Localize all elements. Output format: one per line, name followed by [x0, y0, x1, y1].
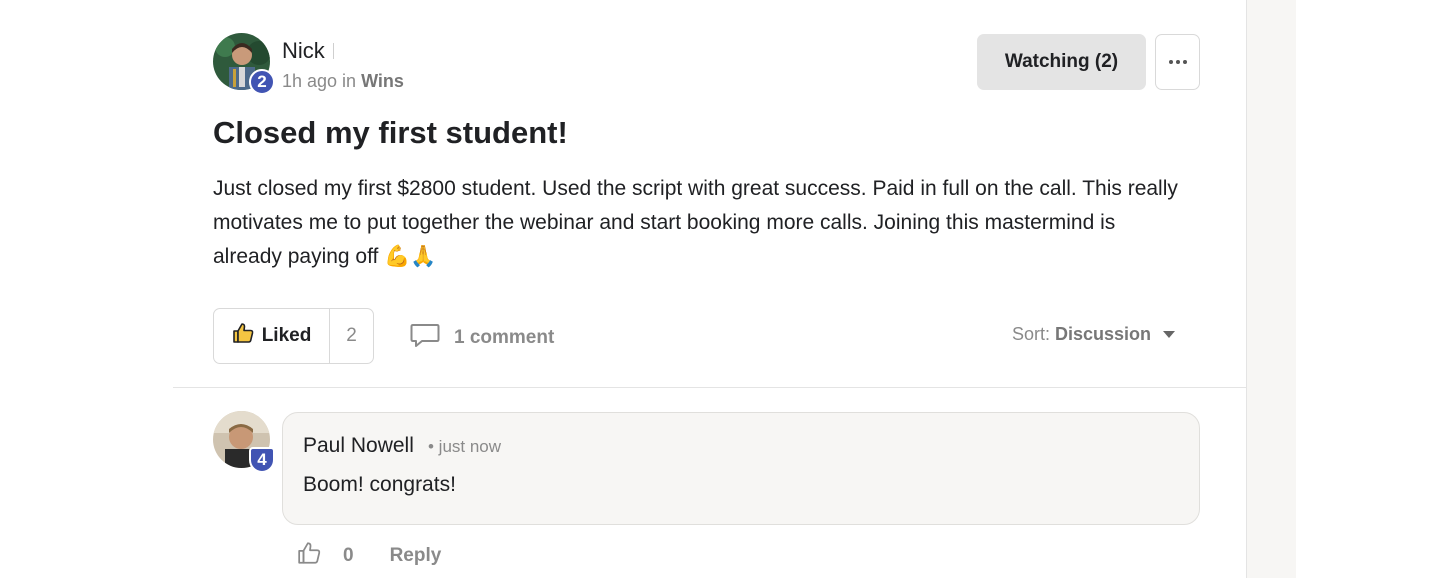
comment-bubble-icon [410, 322, 440, 354]
chevron-down-icon [1163, 331, 1176, 338]
comment-bubble: Paul Nowell • just now Boom! congrats! [282, 412, 1200, 525]
commenter-avatar[interactable]: 4 [213, 411, 275, 473]
comment-count-button[interactable]: 1 comment [410, 322, 554, 354]
thumbs-up-outline-icon [298, 542, 321, 564]
comment-like-count[interactable]: 0 [343, 545, 354, 567]
reply-button[interactable]: Reply [390, 545, 442, 567]
sort-label: Sort: [1012, 324, 1051, 344]
sort-value: Discussion [1055, 324, 1152, 344]
comment-actions: 0 Reply [297, 540, 441, 572]
more-dots-icon [1168, 60, 1187, 64]
name-divider [333, 43, 334, 59]
right-gutter [1246, 0, 1296, 578]
section-divider [173, 387, 1246, 388]
author-avatar[interactable]: 2 [213, 33, 275, 95]
like-group: Liked 2 [213, 308, 374, 364]
thumbs-up-icon [232, 321, 256, 351]
comment-text: Boom! congrats! [303, 473, 456, 496]
post-category[interactable]: Wins [361, 71, 404, 91]
post-title: Closed my first student! [213, 115, 568, 150]
author-name[interactable]: Nick [282, 38, 325, 64]
author-level-badge: 2 [249, 69, 275, 95]
comment-like-button[interactable] [297, 540, 323, 572]
post-panel: 2 Nick 1h ago in Wins Watching (2) Close… [0, 0, 1246, 578]
sort-dropdown[interactable]: Sort: Discussion [1012, 324, 1176, 345]
commenter-level-badge: 4 [249, 447, 275, 473]
comment-author[interactable]: Paul Nowell [303, 434, 414, 458]
comment-count-label: 1 comment [454, 327, 555, 348]
like-label: Liked [261, 325, 312, 346]
comment-time: • just now [428, 437, 502, 456]
like-button[interactable]: Liked [214, 309, 330, 363]
post-body: Just closed my first $2800 student. Used… [213, 177, 1178, 268]
more-options-button[interactable] [1155, 34, 1200, 90]
post-meta: 1h ago in Wins [282, 71, 404, 92]
like-count[interactable]: 2 [330, 309, 373, 363]
watching-button[interactable]: Watching (2) [977, 34, 1146, 90]
far-right-area [1296, 0, 1446, 578]
post-time: 1h ago in [282, 71, 357, 91]
